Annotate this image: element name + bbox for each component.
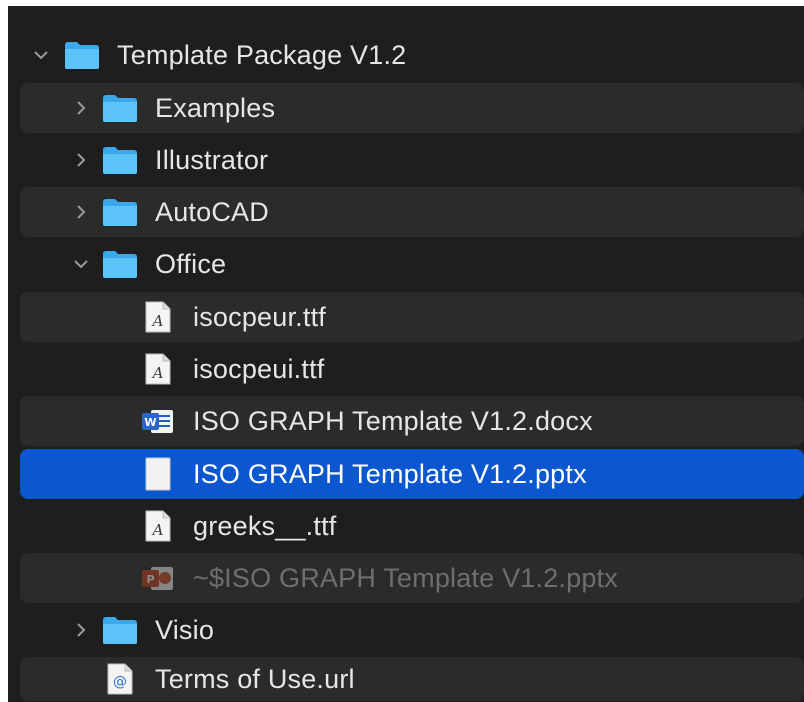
finder-list-view: Template Package V1.2 Examples Illustrat… (8, 6, 804, 702)
powerpoint-document-icon: P (141, 563, 175, 593)
folder-icon (101, 615, 139, 645)
chevron-right-icon[interactable] (72, 203, 90, 221)
tree-row-terms-url[interactable]: @ Terms of Use.url (20, 657, 804, 701)
tree-row-examples[interactable]: Examples (20, 83, 804, 133)
font-file-icon: A (145, 353, 171, 385)
tree-row-pptx-selected[interactable]: ISO GRAPH Template V1.2.pptx (20, 449, 804, 499)
tree-row-illustrator[interactable]: Illustrator (20, 135, 804, 185)
svg-text:@: @ (113, 674, 127, 690)
tree-row-label: ISO GRAPH Template V1.2.pptx (193, 458, 587, 489)
tree-row-docx[interactable]: W ISO GRAPH Template V1.2.docx (20, 396, 804, 446)
tree-row-temp-pptx[interactable]: P ~$ISO GRAPH Template V1.2.pptx (20, 553, 804, 603)
tree-row-label: Terms of Use.url (155, 663, 355, 694)
chevron-right-icon[interactable] (72, 99, 90, 117)
svg-text:A: A (151, 312, 164, 330)
folder-icon (101, 93, 139, 123)
url-file-icon: @ (107, 663, 133, 695)
tree-row-label: Illustrator (155, 144, 269, 175)
tree-row-autocad[interactable]: AutoCAD (20, 187, 804, 237)
folder-icon (101, 197, 139, 227)
chevron-down-icon[interactable] (32, 46, 50, 64)
blank-document-icon (145, 457, 171, 491)
tree-row-label: isocpeur.ttf (193, 301, 326, 332)
folder-icon (101, 249, 139, 279)
svg-text:P: P (146, 573, 154, 586)
screenshot-frame: Template Package V1.2 Examples Illustrat… (0, 0, 804, 702)
tree-row-label: ISO GRAPH Template V1.2.docx (193, 405, 593, 436)
font-file-icon: A (145, 510, 171, 542)
tree-row-label: ~$ISO GRAPH Template V1.2.pptx (193, 562, 618, 593)
tree-row-label: AutoCAD (155, 196, 269, 227)
folder-icon (63, 40, 101, 70)
tree-row-isocpeur-ttf[interactable]: A isocpeur.ttf (20, 292, 804, 342)
tree-row-greeks-ttf[interactable]: A greeks__.ttf (20, 501, 804, 551)
tree-row-label: Examples (155, 92, 276, 123)
svg-text:A: A (151, 521, 164, 539)
tree-row-office[interactable]: Office (20, 239, 804, 289)
tree-row-visio[interactable]: Visio (20, 605, 804, 655)
chevron-down-icon[interactable] (72, 255, 90, 273)
tree-row-label: Template Package V1.2 (117, 39, 407, 70)
tree-row-label: Visio (155, 614, 215, 645)
folder-icon (101, 145, 139, 175)
tree-row-isocpeui-ttf[interactable]: A isocpeui.ttf (20, 344, 804, 394)
svg-text:W: W (144, 416, 156, 429)
chevron-right-icon[interactable] (72, 621, 90, 639)
word-document-icon: W (141, 406, 175, 436)
chevron-right-icon[interactable] (72, 151, 90, 169)
tree-row-template-package[interactable]: Template Package V1.2 (20, 30, 804, 80)
font-file-icon: A (145, 301, 171, 333)
tree-row-label: isocpeui.ttf (193, 353, 325, 384)
svg-text:A: A (151, 364, 164, 382)
tree-row-label: Office (155, 248, 227, 279)
tree-row-label: greeks__.ttf (193, 510, 337, 541)
